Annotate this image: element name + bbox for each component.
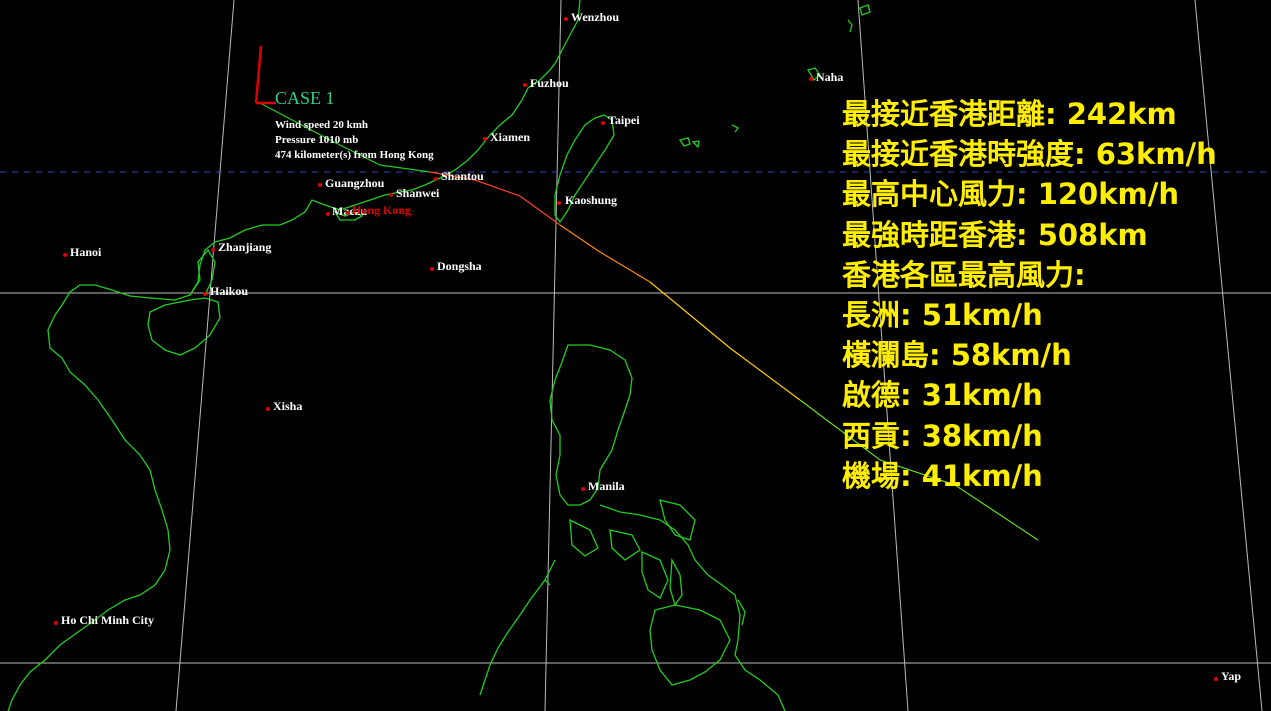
city-marker-fuzhou[interactable] [523, 83, 527, 87]
city-marker-naha[interactable] [809, 77, 813, 81]
panay-coast [609, 529, 641, 561]
city-marker-xiamen[interactable] [483, 137, 487, 141]
city-marker-hanoi[interactable] [63, 253, 67, 257]
city-label-dongsha: Dongsha [437, 259, 482, 273]
track-segment-3 [559, 224, 651, 283]
city-label-shantou: Shantou [441, 169, 484, 183]
samar-coast [659, 499, 696, 541]
city-marker-shantou[interactable] [434, 177, 438, 181]
city-marker-macau[interactable] [326, 212, 330, 216]
city-marker-yap[interactable] [1214, 677, 1218, 681]
city-label-wenzhou: Wenzhou [571, 10, 620, 24]
ryukyu-4 [731, 124, 739, 133]
stat-closest-distance: 最接近香港距離: 242km [842, 97, 1177, 131]
city-label-xiamen: Xiamen [490, 130, 530, 144]
case-wind-speed: Wind speed 20 kmh [275, 119, 369, 131]
city-marker-hcmc[interactable] [54, 621, 58, 625]
track-segment-4 [649, 281, 801, 401]
city-label-hanoi: Hanoi [70, 245, 102, 259]
stat-cheung-chau: 長洲: 51km/h [842, 298, 1043, 333]
city-label-haikou: Haikou [210, 284, 249, 298]
case-info: Wind speed 20 kmh Pressure 1010 mb 474 k… [275, 118, 434, 163]
city-marker-kaoshung[interactable] [557, 201, 561, 205]
city-marker-taipei[interactable] [601, 121, 605, 125]
case-pressure: Pressure 1010 mb [275, 134, 359, 146]
city-marker-haikou[interactable] [203, 292, 207, 296]
stat-district-header: 香港各區最高風力: [842, 257, 1086, 292]
city-marker-shanwei[interactable] [389, 193, 393, 197]
case-distance: 474 kilometer(s) from Hong Kong [275, 149, 434, 161]
city-label-shanwei: Shanwei [396, 186, 440, 200]
city-label-yap: Yap [1221, 669, 1242, 683]
stat-strongest-distance: 最強時距香港: 508km [842, 217, 1148, 252]
negros-coast [641, 550, 669, 599]
city-marker-guangzhou[interactable] [318, 183, 322, 187]
city-marker-wenzhou[interactable] [564, 17, 568, 21]
stat-closest-intensity: 最接近香港時強度: 63km/h [842, 137, 1217, 172]
stats-panel: 最接近香港距離: 242km 最接近香港時強度: 63km/h 最高中心風力: … [842, 94, 1217, 496]
stat-max-wind: 最高中心風力: 120km/h [842, 177, 1179, 212]
city-label-manila: Manila [588, 479, 625, 493]
city-label-xisha: Xisha [273, 399, 303, 413]
stat-sai-kung: 西貢: 38km/h [842, 418, 1043, 453]
city-marker-zhanjiang[interactable] [211, 248, 215, 252]
city-label-taipei: Taipei [608, 113, 640, 127]
city-label-kaoshung: Kaoshung [565, 193, 618, 207]
city-marker-manila[interactable] [581, 487, 585, 491]
ryukyu-6 [691, 140, 700, 149]
city-marker-hongkong[interactable] [346, 211, 350, 215]
ryukyu-1 [859, 4, 871, 16]
ryukyu-5 [678, 137, 691, 147]
stat-waglan: 橫瀾島: 58km/h [842, 338, 1072, 373]
ryukyu-2 [847, 19, 853, 33]
mindanao-coast [649, 604, 731, 686]
wind-barb-icon [254, 45, 276, 105]
city-label-guangzhou: Guangzhou [325, 176, 385, 190]
city-label-hcmc: Ho Chi Minh City [61, 613, 155, 627]
stat-airport: 機場: 41km/h [842, 458, 1043, 493]
city-label-naha: Naha [816, 70, 844, 84]
cebu-coast [669, 557, 683, 607]
case-title: CASE 1 [275, 88, 335, 108]
city-marker-xisha[interactable] [266, 407, 270, 411]
stat-kai-tak: 啟德: 31km/h [842, 378, 1043, 413]
mindoro-coast [569, 518, 599, 557]
city-label-zhanjiang: Zhanjiang [218, 240, 272, 254]
city-marker-dongsha[interactable] [430, 267, 434, 271]
city-label-hongkong: Hong Kong [352, 203, 412, 217]
city-label-fuzhou: Fuzhou [530, 76, 569, 90]
palawan-coast [479, 559, 556, 696]
